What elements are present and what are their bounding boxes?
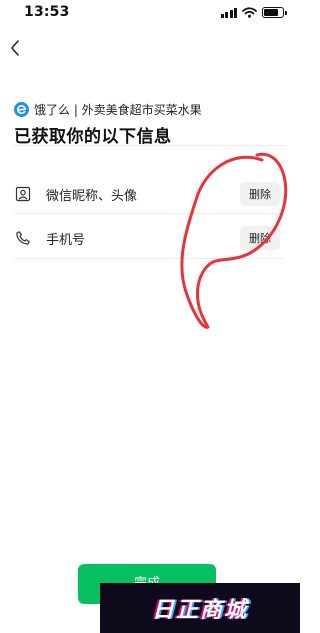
permission-row-phone: 手机号 删除: [14, 218, 286, 258]
watermark-text: 日正商城: [151, 598, 248, 623]
profile-card-icon: [14, 185, 32, 203]
divider: [14, 213, 284, 214]
eleme-logo-icon: [14, 102, 29, 117]
divider: [14, 258, 284, 259]
watermark-logo: 日正商城: [100, 583, 300, 633]
permission-label: 手机号: [46, 232, 86, 248]
chevron-left-icon: [11, 40, 19, 56]
delete-profile-button[interactable]: 删除: [240, 182, 280, 206]
divider: [14, 145, 284, 146]
phone-icon: [14, 229, 32, 247]
app-name: 饿了么 | 外卖美食超市买菜水果: [34, 103, 202, 117]
status-bar: 13:53: [0, 0, 300, 28]
wifi-icon: [242, 7, 257, 18]
permission-label: 微信昵称、头像: [46, 188, 138, 204]
status-icons: [220, 7, 287, 18]
status-time: 13:53: [24, 4, 70, 20]
red-scribble-annotation: [180, 152, 288, 329]
back-button[interactable]: [4, 36, 26, 60]
page-title: 已获取你的以下信息: [14, 127, 172, 147]
signal-icon: [220, 7, 237, 18]
permission-row-profile: 微信昵称、头像 删除: [14, 174, 286, 214]
battery-icon: [262, 7, 287, 18]
app-info: 饿了么 | 外卖美食超市买菜水果: [14, 101, 202, 118]
delete-phone-button[interactable]: 删除: [240, 226, 280, 250]
